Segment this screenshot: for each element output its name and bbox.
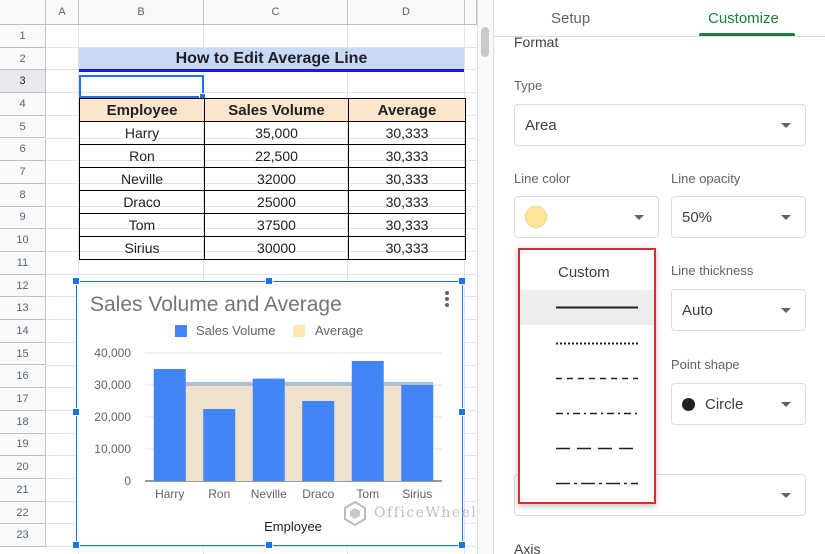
y-tick-label: 30,000 [94,378,131,392]
x-tick-label: Draco [302,487,334,501]
dash-option-dotted[interactable] [520,326,654,361]
bar-neville [252,378,285,481]
chart-resize-handle[interactable] [265,277,273,285]
type-dropdown[interactable]: Area [514,104,806,146]
dash-option-dashed[interactable] [520,361,654,396]
y-tick-label: 0 [124,474,131,488]
chevron-down-icon [634,215,644,220]
custom-header: Custom [558,264,610,281]
y-tick-label: 40,000 [94,346,131,360]
point-shape-label: Point shape [671,357,740,372]
chart-resize-handle[interactable] [458,408,466,416]
x-tick-label: Ron [208,487,230,501]
point-shape-dropdown[interactable]: Circle [671,383,806,425]
line-color-label: Line color [514,171,571,186]
chevron-down-icon [781,493,791,498]
vertical-scrollbar-thumb[interactable] [481,27,489,57]
axis-label: Axis [514,541,541,554]
point-shape-value: Circle [705,395,744,413]
chart-resize-handle[interactable] [72,541,80,549]
legend-label-average: Average [315,323,363,338]
dash-option-long-dash[interactable] [520,431,654,466]
chevron-down-icon [781,308,791,313]
line-opacity-label: Line opacity [671,171,741,186]
section-title-format: Format [514,34,559,50]
type-value: Area [525,116,557,134]
line-thickness-dropdown[interactable]: Auto [671,289,806,331]
spreadsheet-grid[interactable]: A B C D 1 2 3 4 5 6 7 8 9 10 11 12 13 14 15 16 17 18 19 20 2… [0,0,493,554]
y-tick-label: 10,000 [94,442,131,456]
legend-label-sales-volume: Sales Volume [196,323,276,338]
line-color-dropdown[interactable] [514,196,659,238]
dash-option-solid[interactable] [520,290,654,325]
tab-setup[interactable]: Setup [551,10,590,27]
line-dash-menu: Custom [518,248,656,504]
x-tick-label: Tom [356,487,379,501]
chart-resize-handle[interactable] [72,277,80,285]
chart-resize-handle[interactable] [458,277,466,285]
chart-title: Sales Volume and Average [90,293,342,316]
dash-option-long-dash-dot[interactable] [520,466,654,501]
x-tick-label: Sirius [402,487,432,501]
x-axis-title: Employee [264,519,322,534]
line-opacity-dropdown[interactable]: 50% [671,196,806,238]
tab-customize[interactable]: Customize [708,10,779,27]
line-thickness-value: Auto [682,301,713,319]
bar-harry [153,369,186,481]
chevron-down-icon [781,123,791,128]
line-opacity-value: 50% [682,208,713,226]
chart-more-icon[interactable] [445,291,449,295]
legend-swatch-average [293,325,305,337]
vertical-scrollbar[interactable] [477,0,493,554]
line-color-swatch [525,206,547,228]
bar-ron [203,409,236,481]
circle-icon [682,397,695,411]
line-thickness-label: Line thickness [671,263,754,278]
x-tick-label: Harry [155,487,184,501]
x-tick-label: Neville [251,487,287,501]
bar-tom [351,361,384,481]
chart-resize-handle[interactable] [458,541,466,549]
chevron-down-icon [781,402,791,407]
chart-resize-handle[interactable] [72,408,80,416]
chart-resize-handle[interactable] [265,541,273,549]
dash-option-dash-dot[interactable] [520,396,654,431]
legend-swatch-sales-volume [175,325,187,337]
type-label: Type [514,78,543,93]
watermark-logo-icon [344,500,366,526]
chevron-down-icon [781,215,791,220]
chart-editor-panel: Setup Customize Format Type Area Line co… [493,0,825,554]
y-tick-label: 20,000 [94,410,131,424]
bar-draco [302,401,335,481]
bar-sirius [401,385,434,481]
watermark-text: OfficeWheel [374,505,478,521]
watermark: OfficeWheel [342,500,477,526]
